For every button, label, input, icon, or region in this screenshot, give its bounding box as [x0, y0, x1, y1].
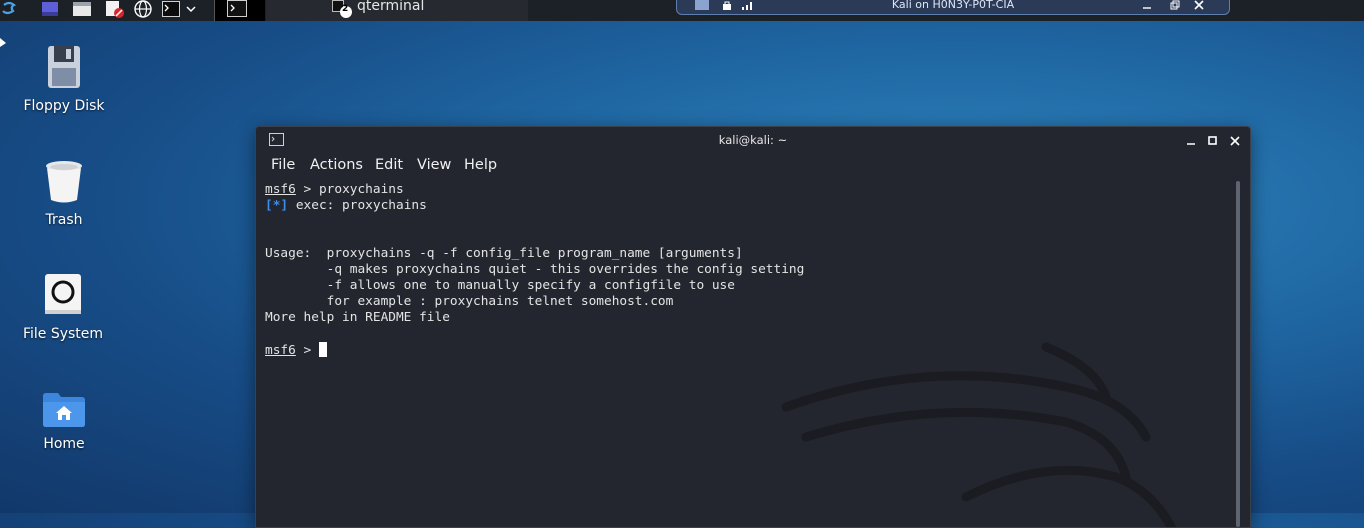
text-cursor: [318, 342, 327, 357]
exec-tag: [*]: [265, 198, 289, 213]
show-desktop-icon[interactable]: [38, 0, 62, 18]
menu-actions[interactable]: Actions: [310, 157, 363, 173]
chevron-down-icon[interactable]: [184, 0, 198, 18]
usage-line: -q makes proxychains quiet - this overri…: [265, 262, 805, 277]
terminal-icon: [227, 0, 247, 17]
desktop-icon-label: Home: [43, 436, 85, 452]
terminal-scrollbar[interactable]: [1236, 181, 1240, 527]
usage-line: for example : proxychains telnet somehos…: [265, 294, 674, 309]
desktop-icon-floppy-disk[interactable]: Floppy Disk: [9, 44, 119, 114]
text-editor-icon[interactable]: [102, 0, 126, 18]
menu-help[interactable]: Help: [464, 157, 497, 173]
maximize-icon[interactable]: [1207, 135, 1219, 147]
prompt-label: msf6: [265, 182, 296, 197]
desktop-icon-label: Trash: [45, 212, 83, 228]
mouse-pointer-icon: [0, 38, 6, 47]
floppy-disk-icon: [48, 46, 80, 88]
terminal-title: kali@kali: ~: [718, 133, 788, 147]
command-text: proxychains: [318, 182, 404, 197]
menu-view[interactable]: View: [417, 157, 451, 173]
menu-file[interactable]: File: [271, 157, 295, 173]
prompt-separator: >: [295, 182, 319, 197]
terminal-window: kali@kali: ~ File Actions Edit View Help…: [255, 126, 1251, 528]
taskbar-qterminal-label: qterminal: [357, 0, 425, 14]
workspace-1[interactable]: [214, 0, 265, 21]
minimize-vm-icon[interactable]: [1141, 0, 1153, 12]
terminal-line-prompt: msf6 >: [265, 342, 1225, 359]
terminal-line-exec: [*] exec: proxychains: [265, 198, 1225, 214]
desktop-icon-file-system[interactable]: File System: [8, 272, 118, 342]
kali-menu-icon[interactable]: [0, 0, 18, 18]
close-icon[interactable]: [1229, 135, 1241, 147]
desktop-icon-home[interactable]: Home: [9, 390, 119, 452]
terminal-line-command: msf6 > proxychains: [265, 182, 1225, 198]
desktop-icon-label: Floppy Disk: [23, 98, 105, 114]
file-manager-icon[interactable]: [70, 0, 94, 18]
terminal-launcher-icon[interactable]: [160, 0, 182, 18]
workspace-2[interactable]: [266, 0, 328, 21]
desktop-icon-label: File System: [22, 326, 104, 342]
usage-line: More help in README file: [265, 310, 450, 325]
home-folder-icon: [43, 393, 85, 427]
hard-drive-icon: [45, 274, 81, 314]
web-browser-icon[interactable]: [132, 0, 154, 18]
vm-toolbar: Kali on H0N3Y-P0T-CIA: [676, 0, 1230, 15]
close-vm-icon[interactable]: [1193, 0, 1205, 12]
taskbar-qterminal-item[interactable]: 2 qterminal: [328, 0, 528, 21]
usage-line: -f allows one to manually specify a conf…: [265, 278, 735, 293]
prompt-separator: >: [295, 343, 319, 358]
desktop-icon-trash[interactable]: Trash: [9, 158, 119, 228]
menu-edit[interactable]: Edit: [375, 157, 403, 173]
exec-text: exec: proxychains: [288, 198, 427, 213]
qterminal-badge: 2: [342, 4, 349, 14]
restore-vm-icon[interactable]: [1169, 0, 1181, 12]
top-panel: 2 qterminal Kali on H0N3Y-P0T-CIA: [0, 0, 1364, 21]
terminal-titlebar[interactable]: kali@kali: ~: [256, 127, 1250, 153]
trash-icon: [46, 161, 82, 203]
terminal-output[interactable]: msf6 > proxychains [*] exec: proxychains …: [265, 182, 1225, 522]
minimize-icon[interactable]: [1185, 135, 1197, 147]
usage-line: Usage: proxychains -q -f config_file pro…: [265, 246, 743, 261]
terminal-menubar: File Actions Edit View Help: [256, 153, 1250, 177]
prompt-label: msf6: [265, 343, 296, 358]
